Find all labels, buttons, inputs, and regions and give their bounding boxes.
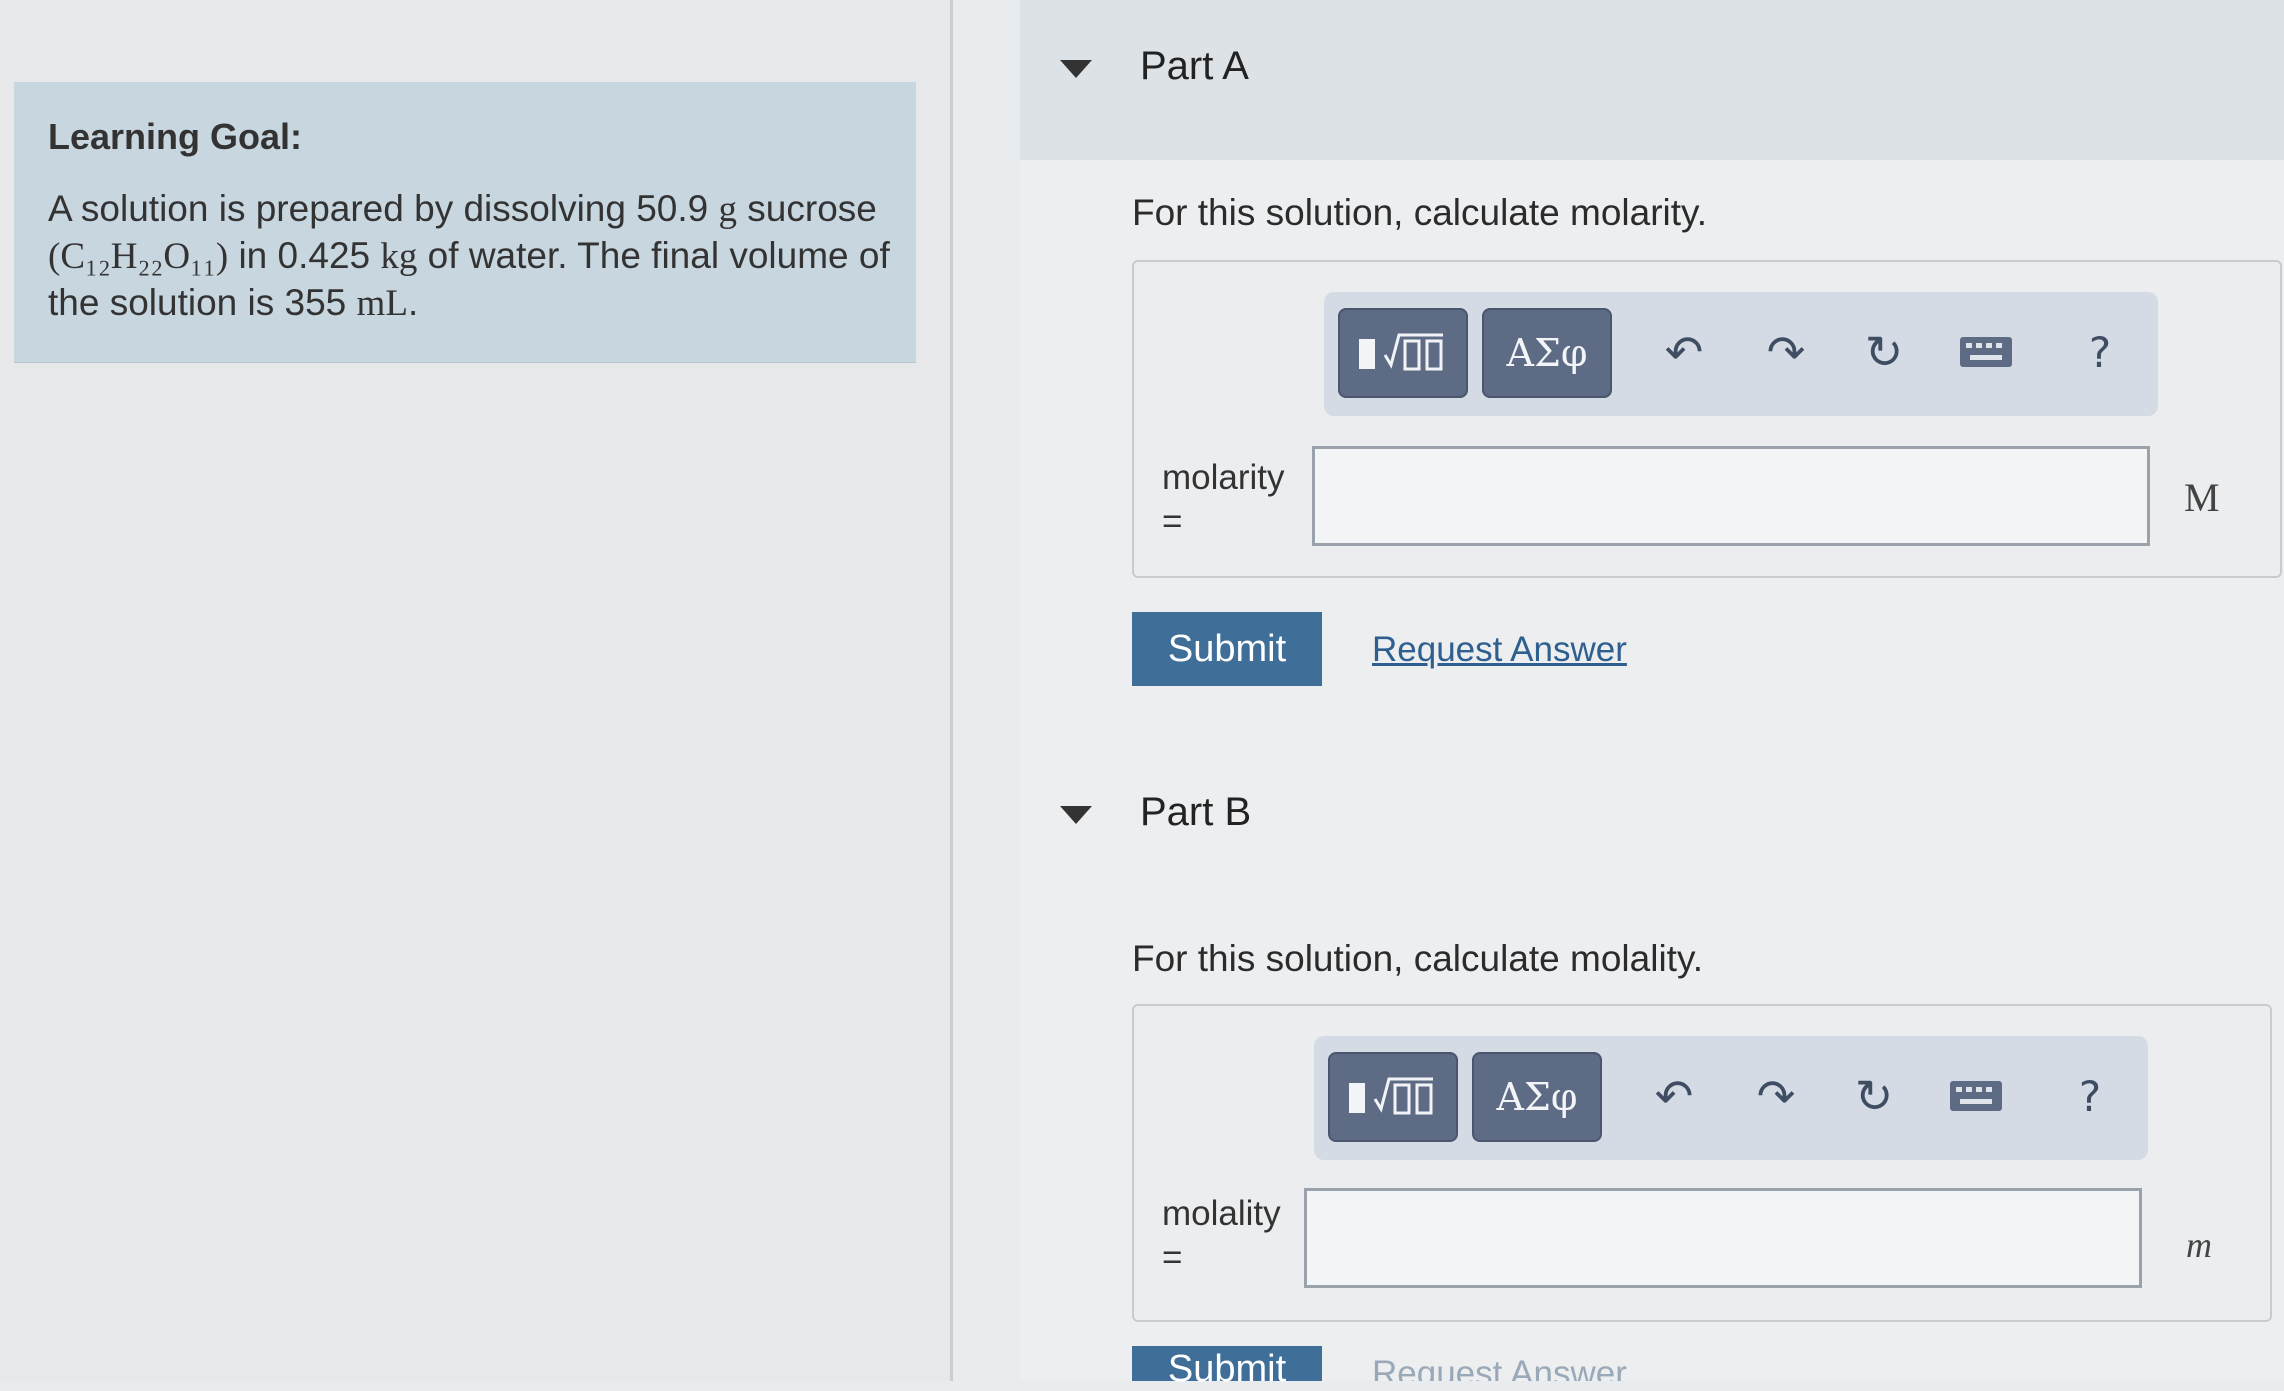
right-pane: Part A For this solution, calculate mola… <box>1020 0 2284 1390</box>
part-a-math-toolbar: ΑΣφ ↶ ↷ ↻ ? <box>1324 292 2158 416</box>
undo-icon[interactable]: ↶ <box>1654 322 1714 382</box>
templates-button[interactable] <box>1328 1052 1458 1142</box>
part-a-header[interactable]: Part A <box>1020 0 2284 160</box>
redo-icon[interactable]: ↷ <box>1746 1066 1806 1126</box>
caret-down-icon[interactable] <box>1060 806 1092 824</box>
molarity-unit: M <box>2184 475 2220 520</box>
sucrose-formula: (C₁₂H₂₂O₁₁) <box>48 236 229 277</box>
goal-text-part-3: in 0.425 <box>228 235 381 276</box>
part-a-prompt: For this solution, calculate molarity. <box>1132 192 1708 233</box>
left-pane: Learning Goal: A solution is prepared by… <box>0 0 950 1381</box>
learning-goal-title: Learning Goal: <box>48 116 303 157</box>
part-a-submit-button[interactable]: Submit <box>1132 612 1322 686</box>
keyboard-icon[interactable] <box>1946 1066 2006 1126</box>
templates-icon <box>1349 1077 1433 1115</box>
part-b-answer-card: ΑΣφ ↶ ↷ ↻ ? molality = m <box>1132 1004 2272 1322</box>
help-icon[interactable]: ? <box>2060 1066 2120 1126</box>
unit-g: g <box>718 189 738 230</box>
keyboard-icon[interactable] <box>1956 322 2016 382</box>
unit-ml: mL <box>356 283 408 324</box>
pane-divider[interactable] <box>950 0 953 1381</box>
part-b-prompt: For this solution, calculate molality. <box>1132 938 1703 979</box>
goal-text-part-1: A solution is prepared by dissolving 50.… <box>48 188 719 229</box>
molality-equals: = <box>1162 1238 1183 1277</box>
molarity-label: molarity = <box>1162 456 1285 544</box>
learning-goal-text: A solution is prepared by dissolving 50.… <box>48 186 898 327</box>
reset-icon[interactable]: ↻ <box>1844 1066 1904 1126</box>
learning-goal-box: Learning Goal: A solution is prepared by… <box>14 82 916 363</box>
symbols-button[interactable]: ΑΣφ <box>1482 308 1612 398</box>
help-icon[interactable]: ? <box>2070 322 2130 382</box>
part-b-request-answer-link[interactable]: Request Answer <box>1372 1354 1627 1381</box>
molality-label: molality = <box>1162 1192 1281 1280</box>
part-b-header[interactable]: Part B <box>1020 760 2284 920</box>
unit-kg: kg <box>380 236 418 277</box>
templates-icon <box>1359 333 1443 371</box>
part-a-request-answer-link[interactable]: Request Answer <box>1372 630 1627 670</box>
molality-label-text: molality <box>1162 1194 1281 1233</box>
molality-input[interactable] <box>1304 1188 2142 1288</box>
molarity-input[interactable] <box>1312 446 2150 546</box>
undo-icon[interactable]: ↶ <box>1644 1066 1704 1126</box>
goal-text-part-2: sucrose <box>737 188 877 229</box>
reset-icon[interactable]: ↻ <box>1854 322 1914 382</box>
templates-button[interactable] <box>1338 308 1468 398</box>
part-a-answer-card: ΑΣφ ↶ ↷ ↻ ? molarity = M <box>1132 260 2282 578</box>
goal-text-part-5: . <box>407 282 419 323</box>
caret-down-icon[interactable] <box>1060 60 1092 78</box>
symbols-button[interactable]: ΑΣφ <box>1472 1052 1602 1142</box>
part-b-title: Part B <box>1140 790 1252 834</box>
redo-icon[interactable]: ↷ <box>1756 322 1816 382</box>
part-b-math-toolbar: ΑΣφ ↶ ↷ ↻ ? <box>1314 1036 2148 1160</box>
molarity-equals: = <box>1162 502 1183 541</box>
part-b-submit-button[interactable]: Submit <box>1132 1346 1322 1390</box>
molality-unit: m <box>2186 1225 2212 1265</box>
part-a-title: Part A <box>1140 44 1249 88</box>
molarity-label-text: molarity <box>1162 458 1285 497</box>
